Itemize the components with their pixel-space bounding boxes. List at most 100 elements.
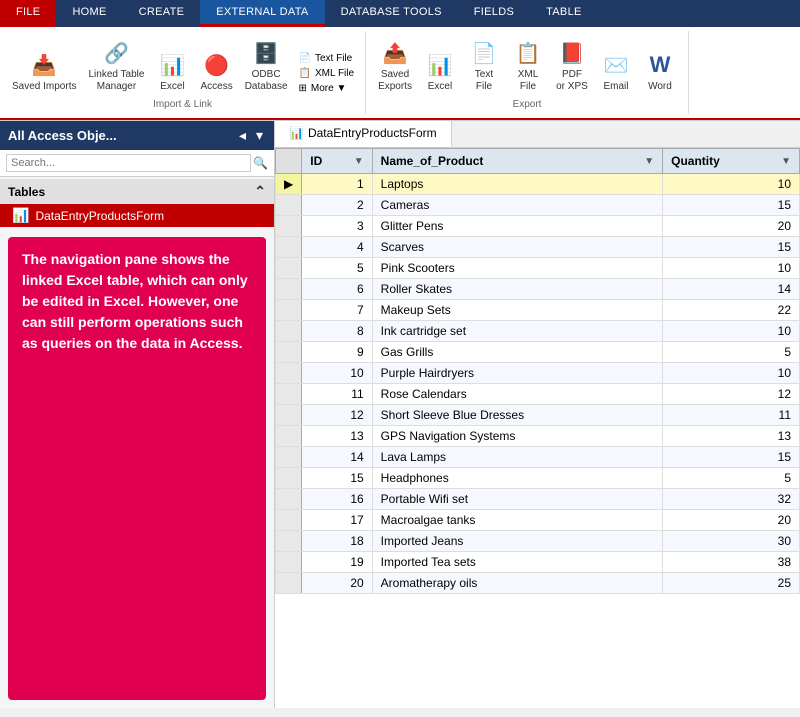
cell-id: 14	[302, 447, 372, 468]
table-row[interactable]: 18Imported Jeans30	[276, 531, 800, 552]
cell-qty: 5	[663, 468, 800, 489]
xml-file-button[interactable]: 📋 XML File	[296, 67, 358, 80]
cell-id: 16	[302, 489, 372, 510]
nav-section-tables: Tables ⌃ 📊 DataEntryProductsForm	[0, 177, 274, 229]
table-body: ▶1Laptops102Cameras153Glitter Pens204Sca…	[276, 174, 800, 594]
cell-id: 18	[302, 531, 372, 552]
text-file-export-button[interactable]: 📄 TextFile	[464, 35, 504, 95]
cell-qty: 10	[663, 258, 800, 279]
nav-pane: All Access Obje... ◂ ▾ 🔍 Tables ⌃ 📊 Data…	[0, 121, 275, 708]
nav-menu-button[interactable]: ▾	[253, 127, 266, 144]
table-row[interactable]: 3Glitter Pens20	[276, 216, 800, 237]
more-label: More ▼	[311, 83, 346, 94]
email-export-button[interactable]: ✉️ Email	[596, 47, 636, 95]
row-selector	[276, 363, 302, 384]
table-row[interactable]: 20Aromatherapy oils25	[276, 573, 800, 594]
data-tab-active[interactable]: 📊 DataEntryProductsForm	[275, 121, 452, 147]
saved-exports-button[interactable]: 📤 SavedExports	[374, 35, 416, 95]
cell-name: Imported Tea sets	[372, 552, 662, 573]
cell-qty: 12	[663, 384, 800, 405]
table-row[interactable]: 7Makeup Sets22	[276, 300, 800, 321]
nav-pane-title: All Access Obje...	[8, 128, 117, 143]
table-row[interactable]: 19Imported Tea sets38	[276, 552, 800, 573]
cell-id: 3	[302, 216, 372, 237]
cell-qty: 32	[663, 489, 800, 510]
table-row[interactable]: 2Cameras15	[276, 195, 800, 216]
table-row[interactable]: 13GPS Navigation Systems13	[276, 426, 800, 447]
tab-create[interactable]: CREATE	[123, 0, 201, 27]
row-selector	[276, 531, 302, 552]
row-selector	[276, 195, 302, 216]
tab-database-tools[interactable]: DATABASE TOOLS	[325, 0, 458, 27]
cell-qty: 22	[663, 300, 800, 321]
nav-item-data-entry-products-form[interactable]: 📊 DataEntryProductsForm	[0, 204, 274, 227]
cell-name: Headphones	[372, 468, 662, 489]
ribbon-content: 📥 Saved Imports 🔗 Linked TableManager 📊 …	[0, 27, 800, 120]
search-icon[interactable]: 🔍	[253, 156, 268, 170]
pdf-export-button[interactable]: 📕 PDFor XPS	[552, 35, 592, 95]
table-row[interactable]: 10Purple Hairdryers10	[276, 363, 800, 384]
linked-table-manager-button[interactable]: 🔗 Linked TableManager	[84, 35, 148, 95]
table-row[interactable]: 9Gas Grills5	[276, 342, 800, 363]
cell-name: Laptops	[372, 174, 662, 195]
table-row[interactable]: 4Scarves15	[276, 237, 800, 258]
table-row[interactable]: 14Lava Lamps15	[276, 447, 800, 468]
cell-qty: 15	[663, 195, 800, 216]
cell-id: 1	[302, 174, 372, 195]
xml-file-export-button[interactable]: 📋 XMLFile	[508, 35, 548, 95]
text-file-label: Text File	[315, 53, 352, 64]
table-row[interactable]: 5Pink Scooters10	[276, 258, 800, 279]
excel-export-button[interactable]: 📊 Excel	[420, 47, 460, 95]
more-button[interactable]: ⊞ More ▼	[296, 82, 358, 95]
table-row[interactable]: 15Headphones5	[276, 468, 800, 489]
tab-home[interactable]: HOME	[56, 0, 122, 27]
data-tab-icon: 📊	[289, 126, 304, 140]
cell-qty: 38	[663, 552, 800, 573]
data-tab-bar: 📊 DataEntryProductsForm	[275, 121, 800, 148]
col-header-id[interactable]: ID ▼	[302, 149, 372, 174]
tables-section-header[interactable]: Tables ⌃	[0, 179, 274, 204]
cell-id: 6	[302, 279, 372, 300]
cell-name: Ink cartridge set	[372, 321, 662, 342]
cell-qty: 15	[663, 447, 800, 468]
xml-file-label: XML File	[315, 68, 354, 79]
linked-table-label: Linked TableManager	[88, 69, 144, 93]
xml-file-icon: 📋	[299, 68, 311, 79]
row-selector	[276, 237, 302, 258]
odbc-label: ODBCDatabase	[245, 69, 288, 93]
nav-collapse-button[interactable]: ◂	[236, 127, 249, 144]
text-file-button[interactable]: 📄 Text File	[296, 52, 358, 65]
text-file-export-icon: 📄	[468, 37, 500, 69]
import-buttons: 📥 Saved Imports 🔗 Linked TableManager 📊 …	[8, 35, 357, 95]
ribbon-group-import: 📥 Saved Imports 🔗 Linked TableManager 📊 …	[0, 31, 366, 114]
text-file-icon: 📄	[299, 53, 311, 64]
tab-file[interactable]: FILE	[0, 0, 56, 27]
pdf-export-icon: 📕	[556, 37, 588, 69]
col-name-sort: ▼	[644, 156, 654, 167]
col-header-qty[interactable]: Quantity ▼	[663, 149, 800, 174]
access-import-button[interactable]: 🔴 Access	[196, 47, 236, 95]
table-row[interactable]: 8Ink cartridge set10	[276, 321, 800, 342]
table-row[interactable]: ▶1Laptops10	[276, 174, 800, 195]
table-row[interactable]: 12Short Sleeve Blue Dresses11	[276, 405, 800, 426]
tab-external-data[interactable]: EXTERNAL DATA	[200, 0, 324, 27]
data-table-container[interactable]: ID ▼ Name_of_Product ▼ Q	[275, 148, 800, 708]
tab-table[interactable]: TABLE	[530, 0, 598, 27]
nav-pane-controls: ◂ ▾	[236, 127, 266, 144]
cell-id: 15	[302, 468, 372, 489]
tab-fields[interactable]: FIELDS	[458, 0, 530, 27]
cell-qty: 11	[663, 405, 800, 426]
table-row[interactable]: 16Portable Wifi set32	[276, 489, 800, 510]
linked-table-icon: 🔗	[100, 37, 132, 69]
excel-import-button[interactable]: 📊 Excel	[152, 47, 192, 95]
odbc-button[interactable]: 🗄️ ODBCDatabase	[241, 35, 292, 95]
table-row[interactable]: 17Macroalgae tanks20	[276, 510, 800, 531]
nav-search-input[interactable]	[6, 154, 251, 172]
cell-name: Imported Jeans	[372, 531, 662, 552]
table-row[interactable]: 6Roller Skates14	[276, 279, 800, 300]
saved-imports-button[interactable]: 📥 Saved Imports	[8, 47, 80, 95]
row-selector	[276, 405, 302, 426]
table-row[interactable]: 11Rose Calendars12	[276, 384, 800, 405]
col-header-name[interactable]: Name_of_Product ▼	[372, 149, 662, 174]
word-export-button[interactable]: W Word	[640, 47, 680, 95]
